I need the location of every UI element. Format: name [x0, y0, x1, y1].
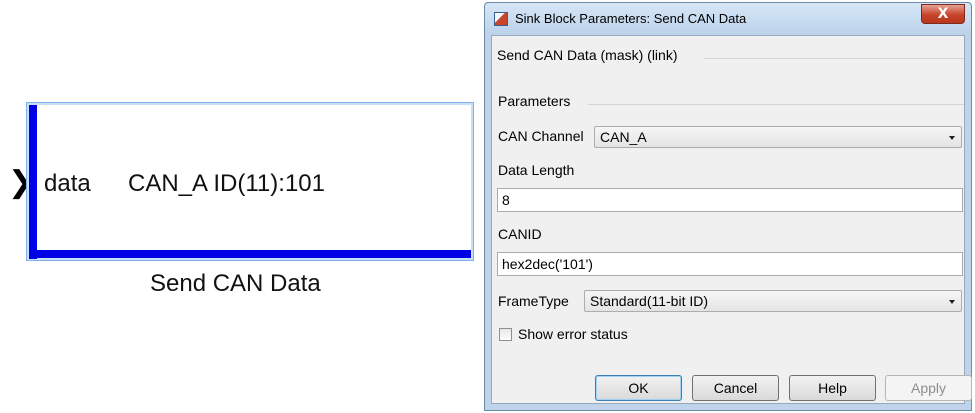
data-length-field[interactable]	[497, 188, 963, 212]
frame-type-label: FrameType	[498, 293, 569, 309]
block-left-bar	[29, 105, 37, 259]
dialog-title: Sink Block Parameters: Send CAN Data	[515, 11, 747, 26]
apply-button[interactable]: Apply	[885, 375, 972, 401]
dialog-client-area: Send CAN Data (mask) (link) Parameters C…	[491, 35, 972, 404]
ok-button[interactable]: OK	[595, 375, 682, 401]
parameters-group-line	[588, 104, 964, 105]
frame-type-dropdown[interactable]: Standard(11-bit ID)	[584, 290, 962, 312]
block-port-label: data	[44, 170, 91, 197]
can-channel-value: CAN_A	[600, 129, 647, 145]
block-name[interactable]: Send CAN Data	[150, 270, 321, 298]
data-length-label: Data Length	[498, 162, 575, 178]
parameters-group-label: Parameters	[498, 93, 571, 109]
description-group-line	[704, 58, 964, 59]
dialog-titlebar[interactable]: Sink Block Parameters: Send CAN Data X	[485, 3, 971, 35]
chevron-down-icon	[949, 136, 955, 140]
block-param-text: CAN_A ID(11):101	[128, 170, 325, 197]
mask-description: Send CAN Data (mask) (link)	[497, 47, 678, 63]
cancel-button[interactable]: Cancel	[692, 375, 779, 401]
can-channel-dropdown[interactable]: CAN_A	[594, 126, 962, 148]
show-error-status-label[interactable]: Show error status	[518, 326, 628, 342]
chevron-down-icon	[949, 300, 955, 304]
show-error-status-checkbox[interactable]	[499, 328, 512, 341]
block-bottom-bar	[29, 250, 471, 258]
canid-label: CANID	[498, 226, 542, 242]
simulink-app-icon	[494, 12, 508, 26]
block-parameters-dialog: Sink Block Parameters: Send CAN Data X S…	[484, 2, 972, 411]
help-button[interactable]: Help	[789, 375, 876, 401]
frame-type-value: Standard(11-bit ID)	[590, 293, 709, 309]
close-button[interactable]: X	[921, 4, 965, 24]
canid-field[interactable]	[497, 252, 963, 276]
can-channel-label: CAN Channel	[498, 128, 584, 144]
